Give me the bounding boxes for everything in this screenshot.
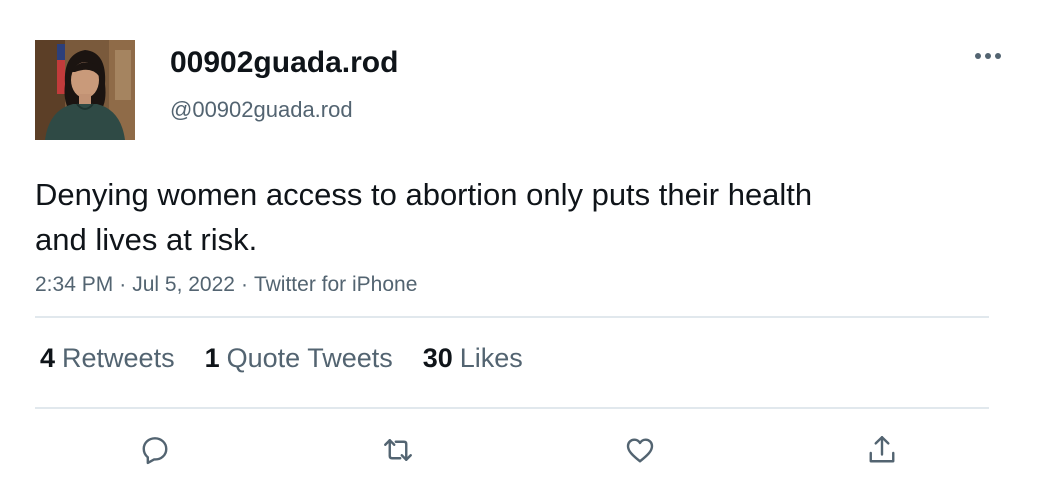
tweet-source[interactable]: Twitter for iPhone xyxy=(254,273,417,296)
more-options-button[interactable] xyxy=(968,40,1008,72)
meta-separator: · xyxy=(240,273,248,296)
user-handle[interactable]: @00902guada.rod xyxy=(170,96,353,124)
retweet-icon xyxy=(384,439,412,461)
divider xyxy=(35,407,989,409)
quote-tweets-count: 1 xyxy=(204,343,220,373)
tweet-meta: 2:34 PM · Jul 5, 2022 · Twitter for iPhone xyxy=(35,271,417,299)
reply-icon xyxy=(142,437,168,465)
retweets-stat[interactable]: 4 Retweets xyxy=(40,340,175,376)
retweet-button[interactable] xyxy=(378,430,418,470)
reply-button[interactable] xyxy=(135,430,175,470)
likes-count: 30 xyxy=(422,343,453,373)
tweet-text: Denying women access to abortion only pu… xyxy=(35,177,813,257)
share-button[interactable] xyxy=(862,430,902,470)
display-name[interactable]: 00902guada.rod xyxy=(170,44,398,82)
retweets-label: Retweets xyxy=(62,343,175,373)
quote-tweets-label: Quote Tweets xyxy=(226,343,393,373)
quote-tweets-stat[interactable]: 1 Quote Tweets xyxy=(205,340,393,376)
heart-icon xyxy=(626,438,654,463)
like-button[interactable] xyxy=(620,430,660,470)
avatar[interactable] xyxy=(35,40,135,140)
likes-stat[interactable]: 30 Likes xyxy=(423,340,523,376)
retweets-count: 4 xyxy=(40,343,56,373)
divider xyxy=(35,316,989,318)
tweet-date[interactable]: Jul 5, 2022 xyxy=(132,273,235,296)
profile-photo-icon xyxy=(35,40,135,140)
more-dots-icon xyxy=(975,53,1001,59)
likes-label: Likes xyxy=(459,343,523,373)
share-icon xyxy=(869,436,895,463)
tweet-stats: 4 Retweets 1 Quote Tweets 30 Likes xyxy=(40,340,553,376)
meta-separator: · xyxy=(119,273,127,296)
tweet-time[interactable]: 2:34 PM xyxy=(35,273,113,296)
